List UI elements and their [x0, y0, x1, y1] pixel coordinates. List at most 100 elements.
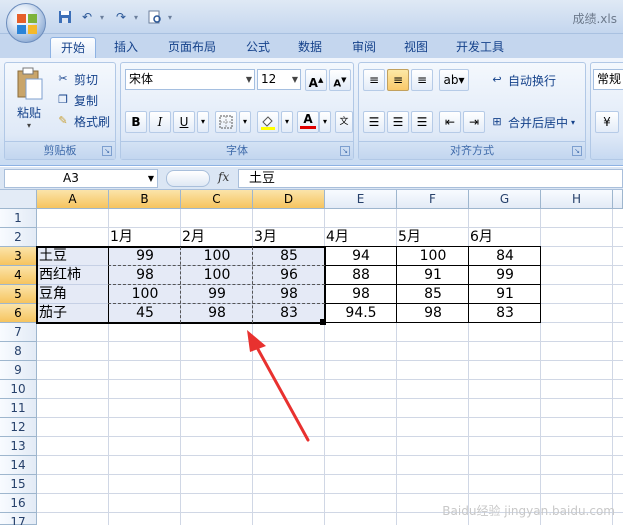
undo-icon[interactable]: ↶: [78, 8, 96, 26]
tab-review[interactable]: 审阅: [342, 37, 386, 58]
print-preview-icon[interactable]: [146, 8, 164, 26]
increase-indent-button[interactable]: ⇥: [463, 111, 485, 133]
font-name-dropdown-icon: ▼: [245, 75, 252, 84]
title-bar: ↶ ▾ ↷ ▾ ▾ 成绩.xls: [0, 0, 623, 43]
cut-label: 剪切: [74, 72, 99, 87]
formula-bar: A3 ▼ fx 土豆: [0, 167, 623, 190]
align-center-icon: ☰: [392, 115, 404, 129]
font-color-icon: A: [303, 112, 313, 126]
orientation-icon: ab▾: [443, 73, 465, 87]
font-size-value: 12: [261, 72, 277, 86]
tab-page-layout[interactable]: 页面布局: [160, 37, 224, 58]
shrink-font-button[interactable]: A▼: [329, 69, 351, 91]
tab-data[interactable]: 数据: [288, 37, 332, 58]
bold-button[interactable]: B: [125, 111, 147, 133]
save-icon[interactable]: [56, 8, 74, 26]
font-color-button[interactable]: A: [297, 111, 319, 133]
grow-font-button[interactable]: A▲: [305, 69, 327, 91]
align-left-button[interactable]: ☰: [363, 111, 385, 133]
office-button[interactable]: [6, 3, 46, 43]
decrease-indent-icon: ⇤: [444, 115, 456, 129]
merge-center-button[interactable]: ⊞ 合并后居中 ▾: [489, 112, 575, 132]
paste-icon: [17, 67, 43, 100]
number-group: 常规 ¥: [590, 62, 623, 160]
align-middle-icon: ≡: [392, 73, 404, 87]
wrap-text-button[interactable]: ↩ 自动换行: [489, 70, 556, 90]
align-top-icon: ≡: [368, 73, 380, 87]
accounting-format-button[interactable]: ¥: [595, 111, 619, 133]
orientation-button[interactable]: ab▾: [439, 69, 469, 91]
insert-function-icon[interactable]: fx: [218, 170, 229, 184]
cut-button[interactable]: ✂ 剪切: [55, 69, 98, 89]
alignment-group-label: 对齐方式: [359, 141, 585, 159]
font-size-combo[interactable]: 12 ▼: [257, 69, 301, 90]
number-format-combo[interactable]: 常规: [593, 69, 623, 90]
name-box-dropdown-icon: ▼: [147, 174, 154, 183]
fill-color-button[interactable]: [257, 111, 279, 133]
tab-home[interactable]: 开始: [50, 37, 96, 58]
align-center-button[interactable]: ☰: [387, 111, 409, 133]
format-painter-label: 格式刷: [74, 114, 111, 129]
merge-dropdown-icon: ▾: [571, 117, 576, 127]
clipboard-launcher-icon[interactable]: ↘: [102, 146, 112, 156]
worksheet-grid[interactable]: A B C D E F G H 1 2 3 4 5 6 7 8 9 10 11 …: [0, 190, 623, 525]
number-format-value: 常规: [597, 72, 622, 86]
font-name-value: 宋体: [129, 72, 154, 86]
italic-button[interactable]: I: [149, 111, 171, 133]
window-title: 成绩.xls: [572, 12, 617, 26]
align-left-icon: ☰: [368, 115, 380, 129]
decrease-indent-button[interactable]: ⇤: [439, 111, 461, 133]
clipboard-group-label: 剪贴板: [5, 141, 115, 159]
increase-indent-icon: ⇥: [468, 115, 480, 129]
paste-button[interactable]: 粘贴 ▾: [11, 67, 47, 137]
tab-developer[interactable]: 开发工具: [448, 37, 512, 58]
name-box[interactable]: A3 ▼: [4, 169, 158, 188]
office-logo-icon: [17, 14, 37, 34]
paste-label: 粘贴: [16, 106, 41, 120]
alignment-group: ≡ ≡ ≡ ab▾ ↩ 自动换行 ☰ ☰ ☰ ⇤ ⇥ ⊞ 合并后居中 ▾ 对齐方式 ↘: [358, 62, 586, 160]
undo-dropdown-icon[interactable]: ▾: [100, 13, 108, 22]
format-painter-button[interactable]: ✎ 格式刷: [55, 111, 110, 131]
ribbon: 粘贴 ▾ ✂ 剪切 ❐ 复制 ✎ 格式刷 剪贴板 ↘ 宋体 ▼ 12 ▼ A▲ A▼ B …: [0, 58, 623, 166]
watermark: Baidu经验 jingyan.baidu.com: [442, 504, 615, 518]
fill-color-dropdown-icon[interactable]: ▾: [281, 111, 293, 133]
quick-access-toolbar: ↶ ▾ ↷ ▾ ▾: [54, 8, 176, 26]
copy-icon: ❐: [58, 93, 68, 106]
red-arrow-annotation: [247, 330, 310, 442]
font-color-dropdown-icon[interactable]: ▾: [319, 111, 331, 133]
align-right-button[interactable]: ☰: [411, 111, 433, 133]
font-size-dropdown-icon: ▼: [291, 75, 298, 84]
customize-qat-icon[interactable]: ▾: [168, 13, 176, 22]
ribbon-tabs: 开始 插入 页面布局 公式 数据 审阅 视图 开发工具: [0, 34, 623, 58]
formula-expand-handle[interactable]: [166, 170, 210, 187]
paste-dropdown-icon: ▾: [26, 121, 31, 130]
formula-input[interactable]: 土豆: [238, 169, 623, 188]
redo-icon[interactable]: ↷: [112, 8, 130, 26]
copy-label: 复制: [74, 93, 99, 108]
copy-button[interactable]: ❐ 复制: [55, 90, 98, 110]
phonetic-button[interactable]: 文: [335, 111, 353, 133]
tab-view[interactable]: 视图: [394, 37, 438, 58]
underline-dropdown-icon[interactable]: ▾: [197, 111, 209, 133]
underline-button[interactable]: U: [173, 111, 195, 133]
font-name-combo[interactable]: 宋体 ▼: [125, 69, 255, 90]
borders-icon: [219, 115, 233, 129]
format-painter-icon: ✎: [58, 114, 68, 127]
align-right-icon: ☰: [416, 115, 428, 129]
align-bottom-button[interactable]: ≡: [411, 69, 433, 91]
phonetic-icon: 文: [339, 117, 349, 127]
merge-center-icon: ⊞: [492, 115, 502, 128]
borders-dropdown-icon[interactable]: ▾: [239, 111, 251, 133]
tab-insert[interactable]: 插入: [104, 37, 148, 58]
borders-button[interactable]: [215, 111, 237, 133]
align-top-button[interactable]: ≡: [363, 69, 385, 91]
font-launcher-icon[interactable]: ↘: [340, 146, 350, 156]
alignment-launcher-icon[interactable]: ↘: [572, 146, 582, 156]
redo-dropdown-icon[interactable]: ▾: [134, 13, 142, 22]
font-group: 宋体 ▼ 12 ▼ A▲ A▼ B I U ▾ ▾ ▾ A ▾ 文 字体 ↘: [120, 62, 354, 160]
font-group-label: 字体: [121, 141, 353, 159]
align-middle-button[interactable]: ≡: [387, 69, 409, 91]
accounting-icon: ¥: [603, 115, 611, 129]
align-bottom-icon: ≡: [416, 73, 428, 87]
tab-formulas[interactable]: 公式: [236, 37, 280, 58]
